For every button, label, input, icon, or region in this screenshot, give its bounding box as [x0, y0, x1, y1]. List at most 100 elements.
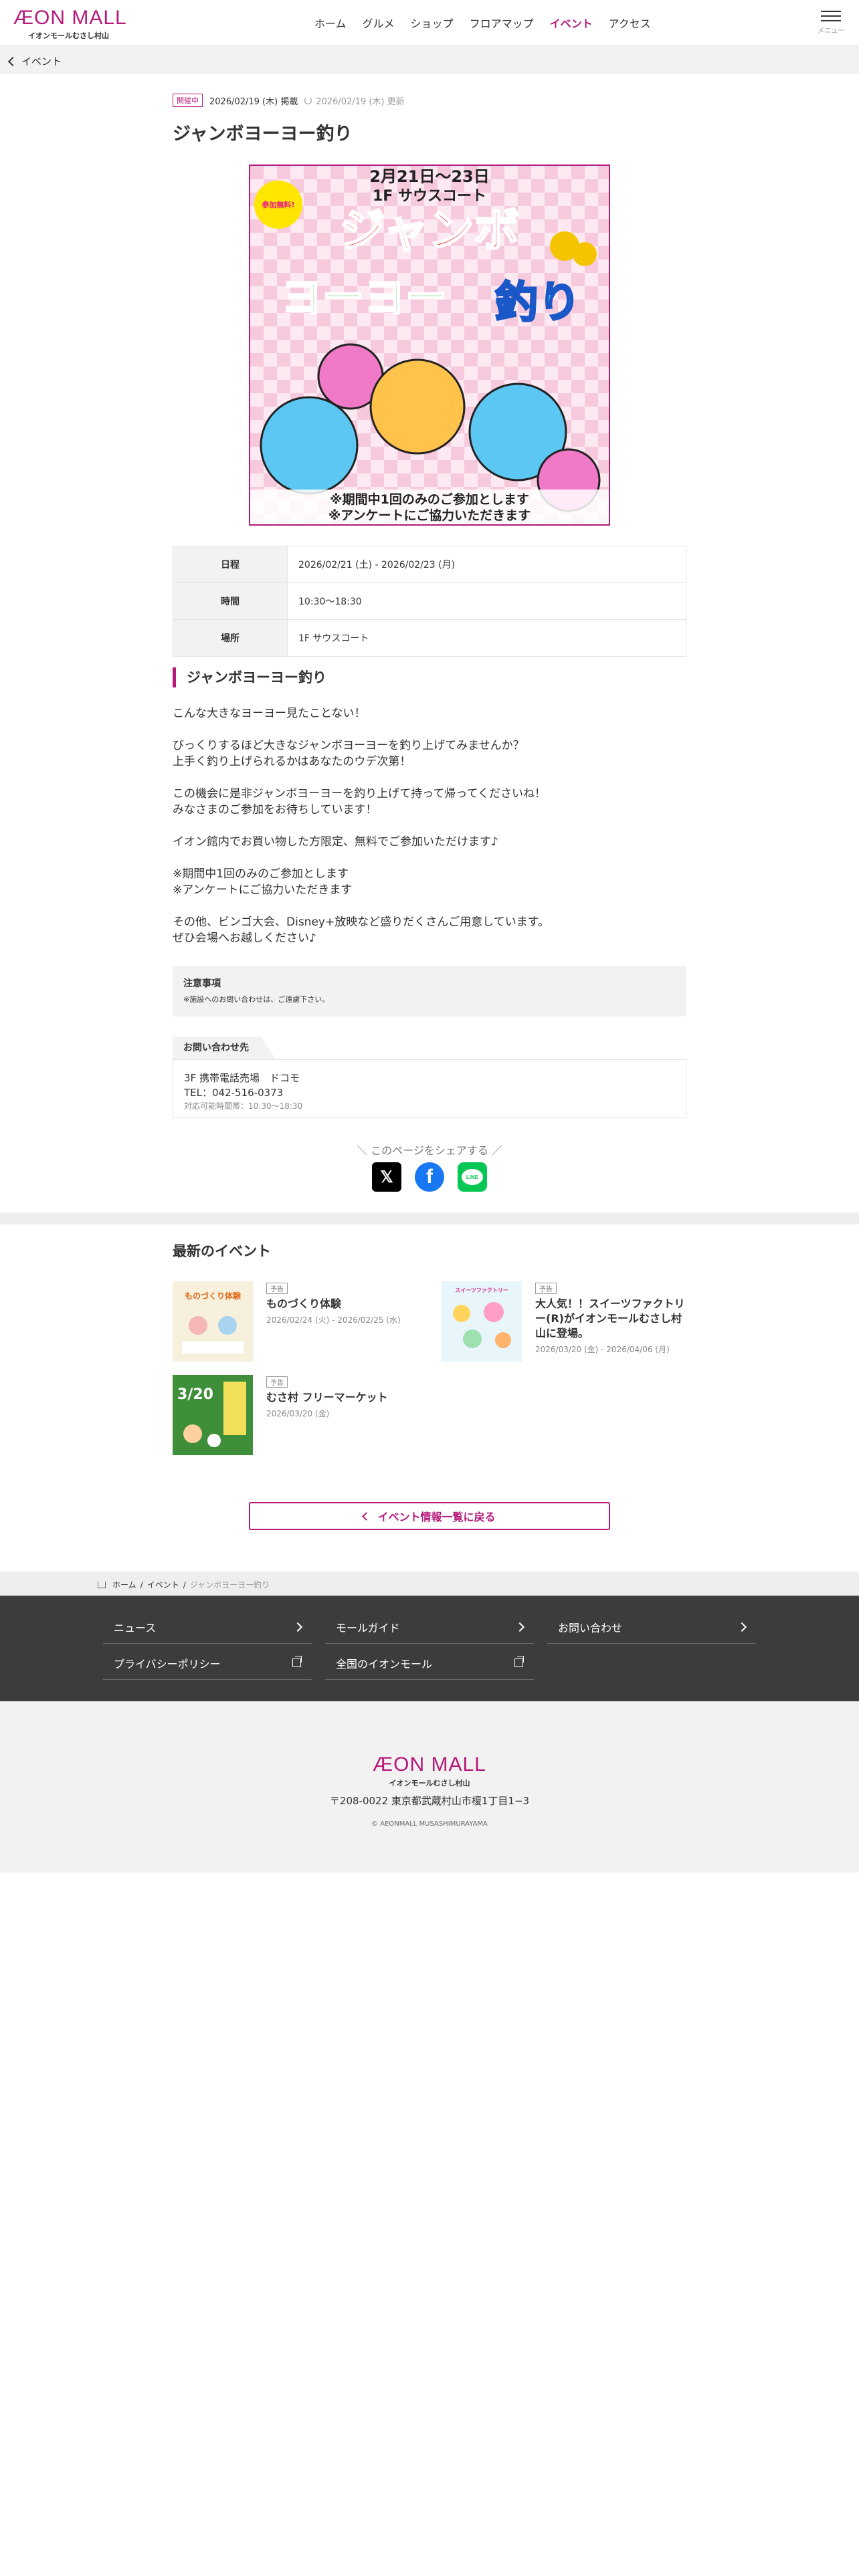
yoyo-balloon-blue [260, 396, 359, 495]
hamburger-icon [821, 11, 841, 12]
back-label: イベント [21, 56, 62, 68]
hamburger-icon-bar [821, 20, 841, 21]
footer-link-label: 全国のイオンモール [336, 1657, 433, 1671]
contact-box: 3F 携帯電話売場 ドコモ TEL：042-516-0373 対応可能時間帯：1… [173, 1059, 686, 1118]
body-line: その他、ビンゴ大会、Disney+放映など盛りだくさんご用意しています。 [173, 916, 549, 929]
event-badge: 予告 [535, 1283, 557, 1294]
chevron-right-icon [292, 1622, 303, 1632]
event-card[interactable]: ものづくり体験 予告 ものづくり体験 2026/02/24 (火) - 2026… [173, 1281, 420, 1362]
body-line: ぜひ会場へお越しください♪ [173, 932, 316, 945]
nav-gourmet[interactable]: グルメ [363, 15, 395, 31]
place-label: 場所 [173, 619, 288, 657]
schedule-label: 日程 [173, 546, 288, 583]
contact-tab: お問い合わせ先 [173, 1037, 276, 1059]
yoyo-balloon-orange [369, 358, 466, 455]
footer-link-mall-guide[interactable]: モールガイド [325, 1610, 534, 1644]
menu-button[interactable]: メニュー [816, 9, 846, 40]
share-icons: 𝕏 f LINE [372, 1162, 487, 1192]
body-line: ※期間中1回のみのご参加とします [173, 867, 349, 881]
facebook-share-icon[interactable]: f [415, 1162, 444, 1192]
schedule-value: 2026/02/21 (土) - 2026/02/23 (月) [287, 546, 686, 583]
event-date: 2026/03/20 (金) [266, 1409, 330, 1418]
thumb-text: ものづくり体験 [185, 1291, 242, 1301]
site-logo[interactable]: ÆON MALL イオンモールむさし村山 [13, 7, 127, 41]
breadcrumb-home[interactable]: ホーム [112, 1579, 136, 1590]
notice-body: ※施設へのお問い合わせは、ご遠慮下さい。 [183, 995, 330, 1004]
body-line: イオン館内でお買い物した方限定、無料でご参加いただけます♪ [173, 835, 498, 849]
nav-home[interactable]: ホーム [314, 15, 347, 31]
event-title: ものづくり体験 [266, 1297, 342, 1310]
breadcrumb-events[interactable]: イベント [147, 1579, 179, 1590]
thumb-text: スイーツファクトリー [455, 1287, 508, 1293]
updated-text: 2026/02/19 (木) 更新 [316, 96, 405, 107]
footer-logo-sub: イオンモールむさし村山 [389, 1779, 470, 1788]
contact-shop: 3F 携帯電話売場 ドコモ [184, 1072, 300, 1084]
logo-main-text: ÆON MALL [13, 7, 127, 29]
poster-headline-1: ジャンボ [340, 205, 520, 257]
menu-label: メニュー [818, 27, 844, 35]
event-date: 2026/02/24 (火) - 2026/02/25 (水) [266, 1315, 401, 1325]
event-badge: 予告 [266, 1283, 288, 1294]
body-line: こんな大きなヨーヨー見たことない！ [173, 707, 366, 720]
event-badge: 予告 [266, 1376, 288, 1388]
updated-date: 2026/02/19 (木) 更新 [304, 94, 405, 107]
event-thumbnail: ものづくり体験 [173, 1281, 253, 1362]
place-value: 1F サウスコート [287, 619, 686, 657]
event-thumbnail: 3/20 [173, 1375, 253, 1455]
event-card[interactable]: スイーツファクトリー 予告 大人気！！スイーツファクトリー(R)がイオンモールむ… [442, 1281, 689, 1362]
poster-dates: 2月21日〜23日 [369, 167, 490, 186]
chevron-left-icon [7, 56, 18, 66]
footer-link-privacy-policy[interactable]: プライバシーポリシー [103, 1646, 312, 1680]
poster-headline-2: ヨーヨー [281, 273, 447, 322]
event-poster-image: 2月21日〜23日 1F サウスコート 参加無料! ジャンボ ヨーヨー 釣り ※… [249, 165, 610, 526]
back-to-list-label: イベント情報一覧に戻る [377, 1511, 496, 1523]
x-share-icon[interactable]: 𝕏 [372, 1162, 401, 1192]
table-row: 時間 10:30〜18:30 [173, 582, 686, 620]
contact-tel[interactable]: TEL：042-516-0373 [184, 1085, 675, 1100]
nav-access[interactable]: アクセス [609, 15, 651, 31]
table-row: 日程 2026/02/21 (土) - 2026/02/23 (月) [173, 546, 686, 583]
footer-link-label: ニュース [114, 1621, 157, 1634]
footer-address: 〒208-0022 東京都武蔵村山市榎1丁目1−3 [329, 1795, 530, 1807]
page-title: ジャンボヨーヨー釣り [173, 124, 353, 144]
table-row: 場所 1F サウスコート [173, 619, 686, 657]
section-divider [0, 1212, 859, 1224]
nav-event[interactable]: イベント [550, 15, 593, 31]
footer-copyright: © AEONMALL MUSASHIMURAYAMA [371, 1820, 488, 1828]
footer-link-contact[interactable]: お問い合わせ [547, 1610, 756, 1644]
footer-link-label: お問い合わせ [558, 1621, 623, 1634]
line-icon-label: LINE [462, 1169, 483, 1185]
footer-nav: ニュース モールガイド お問い合わせ プライバシーポリシー 全国のイオンモール [0, 1596, 859, 1701]
poster-note-1: ※期間中1回のみのご参加とします [330, 492, 529, 507]
character-icon-2 [573, 242, 597, 266]
footer-logo[interactable]: ÆON MALL イオンモールむさし村山 [0, 1753, 859, 1788]
back-to-event-list-button[interactable]: イベント情報一覧に戻る [249, 1502, 610, 1530]
back-to-events-link[interactable]: イベント [7, 54, 62, 68]
line-share-icon[interactable]: LINE [458, 1162, 487, 1192]
event-card[interactable]: 3/20 予告 むさ村 フリーマーケット 2026/03/20 (金) [173, 1375, 420, 1455]
nav-floormap[interactable]: フロアマップ [470, 15, 534, 31]
time-label: 時間 [173, 582, 288, 620]
time-value: 10:30〜18:30 [287, 582, 686, 620]
sub-header: イベント [0, 46, 859, 74]
breadcrumb-current: ジャンボヨーヨー釣り [189, 1580, 270, 1590]
nav-shop[interactable]: ショップ [411, 15, 454, 31]
notice-title: 注意事項 [183, 978, 221, 989]
latest-events-title: 最新のイベント [173, 1243, 271, 1259]
poster-artwork: 2月21日〜23日 1F サウスコート 参加無料! ジャンボ ヨーヨー 釣り ※… [250, 166, 609, 524]
site-header: ÆON MALL イオンモールむさし村山 ホーム グルメ ショップ フロアマップ… [0, 0, 859, 46]
body-line: びっくりするほど大きなジャンボヨーヨーを釣り上げてみませんか？ [173, 739, 524, 752]
footer-link-all-aeon-malls[interactable]: 全国のイオンモール [325, 1646, 534, 1680]
body-line: みなさまのご参加をお待ちしています！ [173, 803, 377, 817]
logo-sub-text: イオンモールむさし村山 [28, 31, 109, 40]
refresh-icon [304, 96, 312, 104]
breadcrumb: ホーム / イベント / ジャンボヨーヨー釣り [0, 1572, 859, 1596]
poster-free-badge: 参加無料! [262, 200, 294, 209]
chevron-right-icon [514, 1622, 525, 1632]
event-title: むさ村 フリーマーケット [266, 1391, 388, 1404]
footer-logo-main: ÆON MALL [373, 1753, 486, 1776]
event-date: 2026/03/20 (金) - 2026/04/06 (月) [535, 1345, 670, 1354]
article-meta: 開催中 2026/02/19 (木) 掲載 2026/02/19 (木) 更新 [173, 94, 405, 107]
external-link-icon [514, 1656, 524, 1667]
footer-link-news[interactable]: ニュース [103, 1610, 312, 1644]
